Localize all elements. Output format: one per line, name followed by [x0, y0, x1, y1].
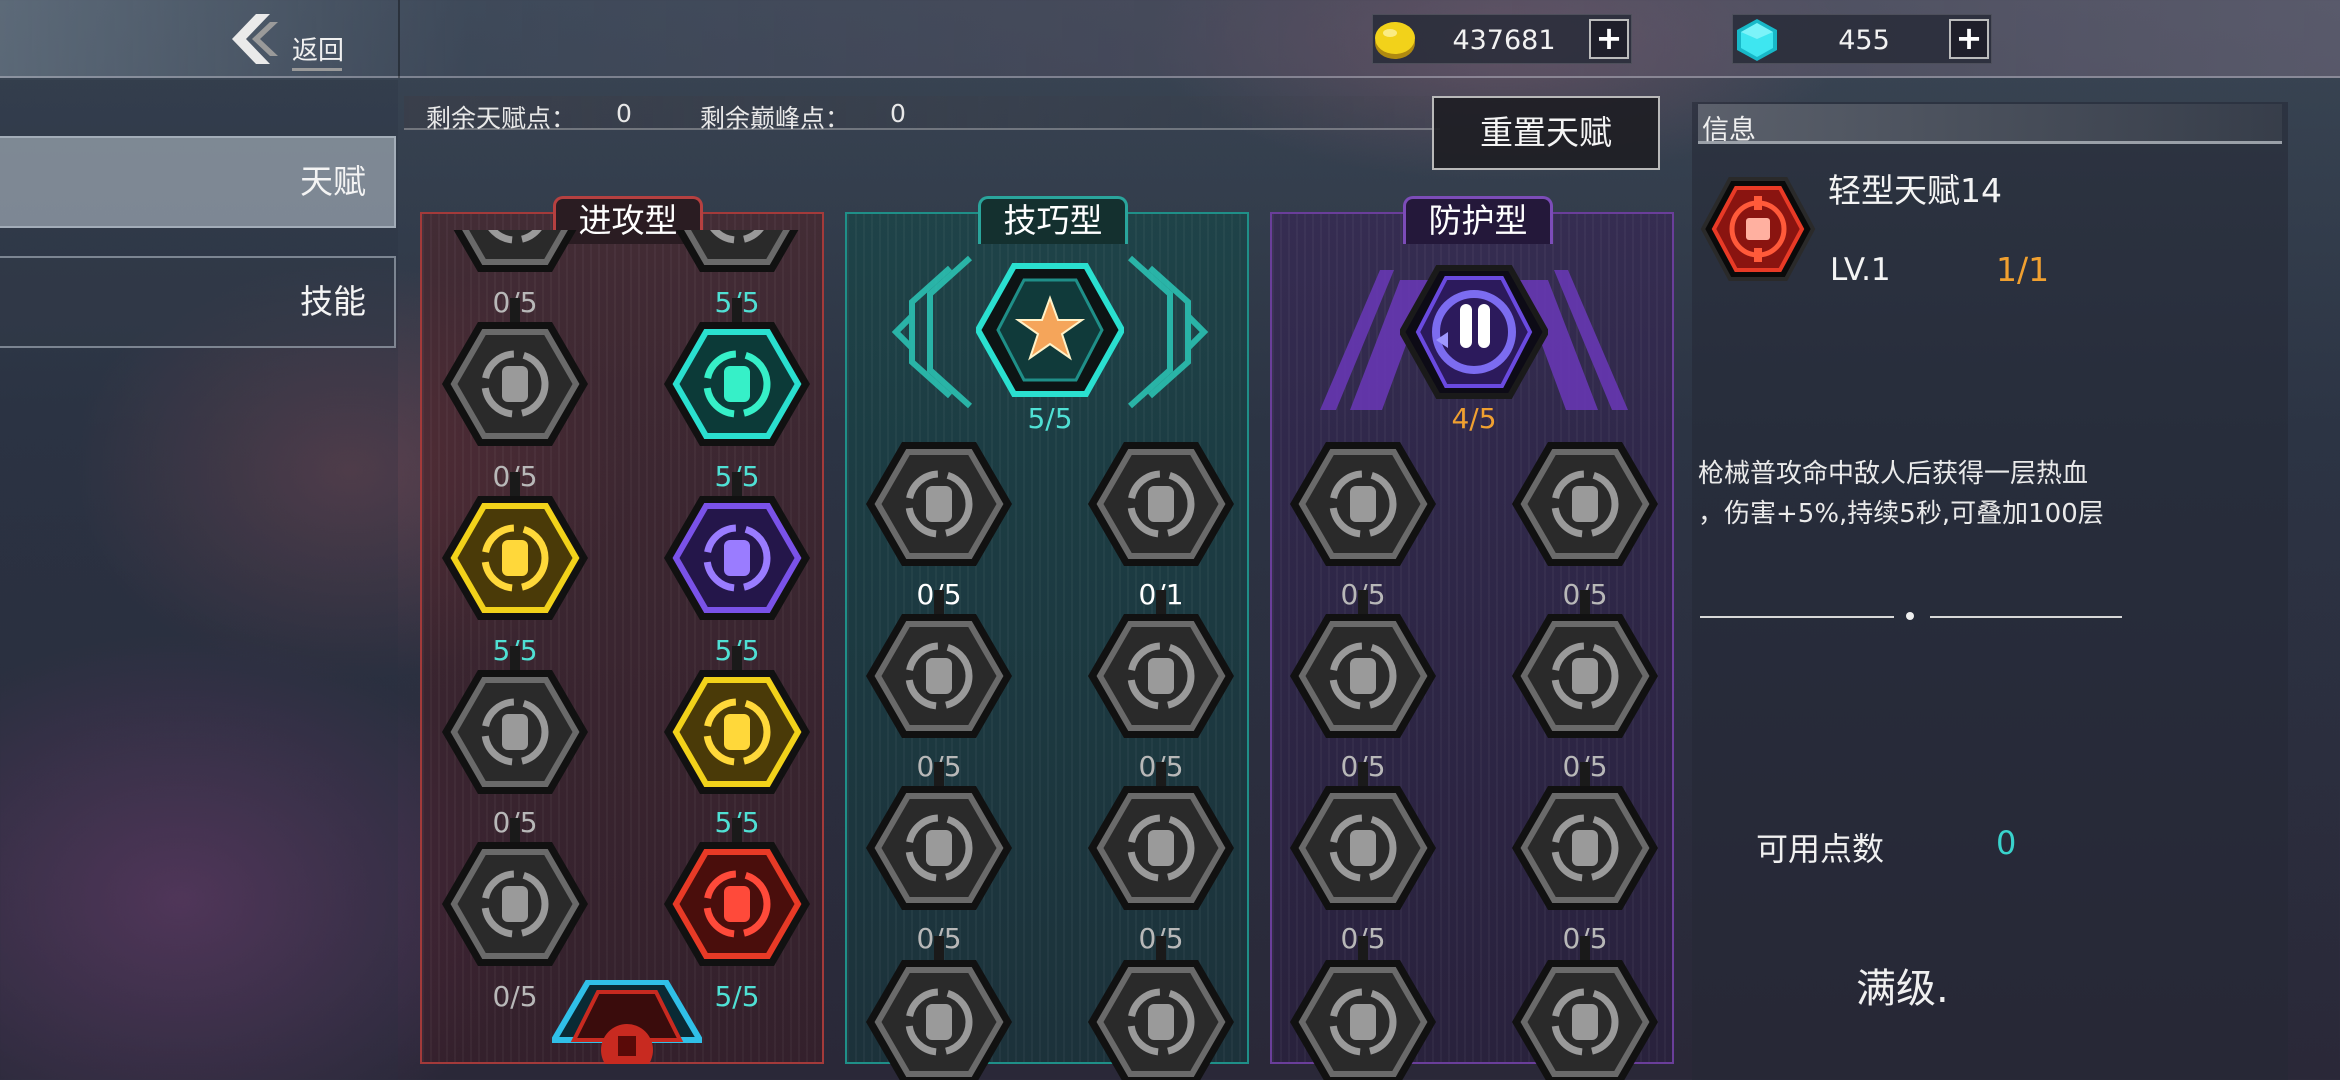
back-button[interactable]: 返回	[230, 12, 360, 71]
info-red-target-icon	[1700, 177, 1816, 281]
red-heart-bandage-icon[interactable]	[662, 838, 812, 970]
gear-wheel-icon[interactable]	[864, 782, 1014, 914]
gold-coin-icon	[1375, 22, 1415, 59]
add-gem-button[interactable]: +	[1949, 19, 1989, 59]
peak-points-label: 剩余巅峰点：	[700, 104, 851, 133]
crossed-shields-icon[interactable]	[440, 318, 590, 450]
heart-cross-icon[interactable]	[1288, 782, 1438, 914]
cyan-claw-slash-icon[interactable]	[662, 318, 812, 450]
partial-hex-icon[interactable]	[440, 230, 590, 276]
lightning-cycle-icon[interactable]	[864, 438, 1014, 570]
purple-missile-cycle-icon[interactable]	[1400, 264, 1548, 400]
info-desc-line-2: ，伤害+5%,持续5秒,可叠加100层	[1698, 499, 2104, 529]
double-turret-icon[interactable]	[1086, 782, 1236, 914]
left-panel	[0, 80, 398, 1080]
peak-points-value: 0	[890, 99, 906, 128]
armor-icon[interactable]	[1510, 956, 1660, 1080]
gears-icon[interactable]	[864, 956, 1014, 1080]
rockets-icon[interactable]	[1288, 438, 1438, 570]
skill-column-title: 技巧型	[978, 196, 1128, 244]
skull-shield-icon[interactable]	[1510, 782, 1660, 914]
gun-turret-icon[interactable]	[1086, 610, 1236, 742]
info-progress: 1/1	[1996, 250, 2050, 289]
defend-top-count: 4/5	[1451, 402, 1497, 435]
partial-cyan-icon[interactable]	[662, 230, 812, 276]
back-chevron-icon	[232, 14, 278, 64]
cyan-gem-icon	[1737, 19, 1777, 61]
v-shield-icon[interactable]	[1288, 956, 1438, 1080]
separator-left	[1700, 616, 1894, 618]
fast-boot-icon[interactable]	[1086, 438, 1236, 570]
red-target-icon[interactable]	[552, 980, 702, 1064]
tab-talent[interactable]: 天赋	[0, 136, 396, 228]
grey-heart-gear-icon[interactable]	[440, 838, 590, 970]
defend-column-title: 防护型	[1403, 196, 1553, 244]
separator-right	[1930, 616, 2122, 618]
purple-wheel-icon[interactable]	[662, 492, 812, 624]
talent-points-label: 剩余天赋点：	[426, 104, 577, 133]
shield-swirl-icon[interactable]	[1510, 438, 1660, 570]
battery-cycle-icon[interactable]	[864, 610, 1014, 742]
info-header: 信息	[1698, 104, 2282, 146]
info-description: 枪械普攻命中敌人后获得一层热血 ，伤害+5%,持续5秒,可叠加100层	[1698, 454, 2138, 534]
tab-skill[interactable]: 技能	[0, 256, 396, 348]
gem-value: 455	[1838, 25, 1890, 56]
points-bar: 剩余天赋点： 0 剩余巅峰点： 0	[404, 96, 1440, 133]
gold-currency: 437681 +	[1372, 14, 1632, 64]
available-points-value: 0	[1996, 824, 2017, 862]
double-bullet-icon[interactable]	[440, 666, 590, 798]
lightning-shield-icon[interactable]	[1288, 610, 1438, 742]
available-points-label: 可用点数	[1756, 830, 1885, 868]
yellow-bullet-burst-icon[interactable]	[440, 492, 590, 624]
back-underline	[292, 68, 342, 71]
info-header-label: 信息	[1702, 115, 1756, 146]
top-bar: 返回 437681 + 455 +	[0, 0, 2340, 78]
top-divider	[398, 0, 400, 78]
gold-value: 437681	[1452, 25, 1556, 56]
reset-talent-button[interactable]: 重置天赋	[1432, 96, 1660, 170]
gem-currency: 455 +	[1732, 14, 1992, 64]
add-gold-button[interactable]: +	[1589, 19, 1629, 59]
info-talent-name: 轻型天赋14	[1828, 171, 2002, 210]
max-level-status: 满级.	[1856, 966, 1949, 1012]
rocket-shield-icon[interactable]	[1510, 610, 1660, 742]
info-desc-line-1: 枪械普攻命中敌人后获得一层热血	[1698, 459, 2089, 489]
talent-points-value: 0	[616, 99, 632, 128]
separator-dot	[1906, 612, 1914, 620]
yellow-bullet-lightning-icon[interactable]	[662, 666, 812, 798]
back-label: 返回	[292, 36, 345, 66]
info-level: LV.1	[1830, 252, 1891, 288]
skill-top-count: 5/5	[1027, 402, 1073, 435]
turret-cycle-icon[interactable]	[1086, 956, 1236, 1080]
orange-star-icon[interactable]	[976, 262, 1124, 398]
